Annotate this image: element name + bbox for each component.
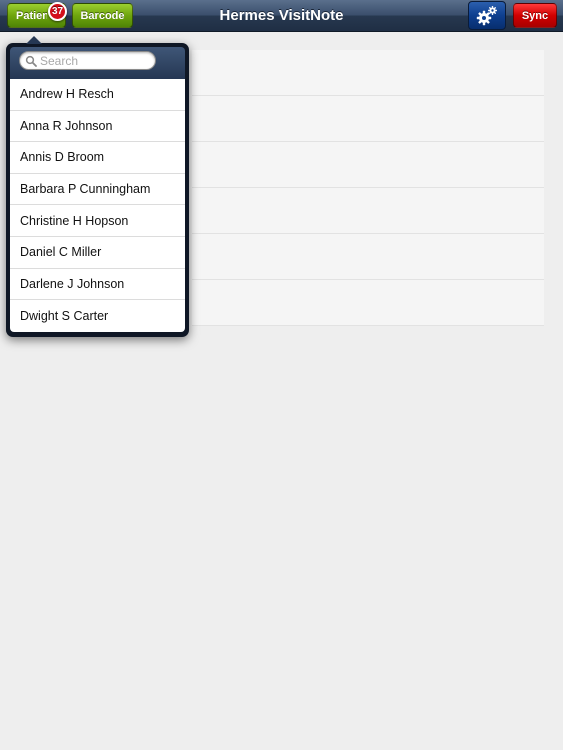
search-input[interactable] — [40, 53, 150, 69]
table-row[interactable] — [192, 142, 544, 188]
settings-button[interactable] — [468, 1, 506, 30]
table-row[interactable] — [192, 50, 544, 96]
gear-icon — [476, 5, 497, 25]
search-field[interactable] — [19, 51, 156, 70]
top-navigation-bar: Patients 37 Barcode Hermes VisitNote Syn… — [0, 0, 563, 32]
patient-list-popover: Andrew H Resch Anna R Johnson Annis D Br… — [6, 43, 189, 337]
patient-list-item[interactable]: Dwight S Carter — [10, 300, 185, 332]
patient-list-item[interactable]: Daniel C Miller — [10, 237, 185, 269]
sync-button[interactable]: Sync — [513, 3, 557, 28]
patient-list-item[interactable]: Barbara P Cunningham — [10, 174, 185, 206]
patient-list-item[interactable]: Andrew H Resch — [10, 79, 185, 111]
patient-list: Andrew H Resch Anna R Johnson Annis D Br… — [10, 79, 185, 332]
background-table — [192, 50, 544, 327]
table-row[interactable] — [192, 96, 544, 142]
table-row[interactable] — [192, 280, 544, 326]
patient-list-item[interactable]: Christine H Hopson — [10, 205, 185, 237]
popover-search-bar — [10, 47, 185, 79]
search-icon — [25, 55, 37, 67]
patient-list-item[interactable]: Annis D Broom — [10, 142, 185, 174]
patient-list-item[interactable]: Darlene J Johnson — [10, 269, 185, 301]
popover-arrow — [26, 36, 42, 44]
patient-list-item[interactable]: Anna R Johnson — [10, 111, 185, 143]
table-row[interactable] — [192, 188, 544, 234]
table-row[interactable] — [192, 234, 544, 280]
